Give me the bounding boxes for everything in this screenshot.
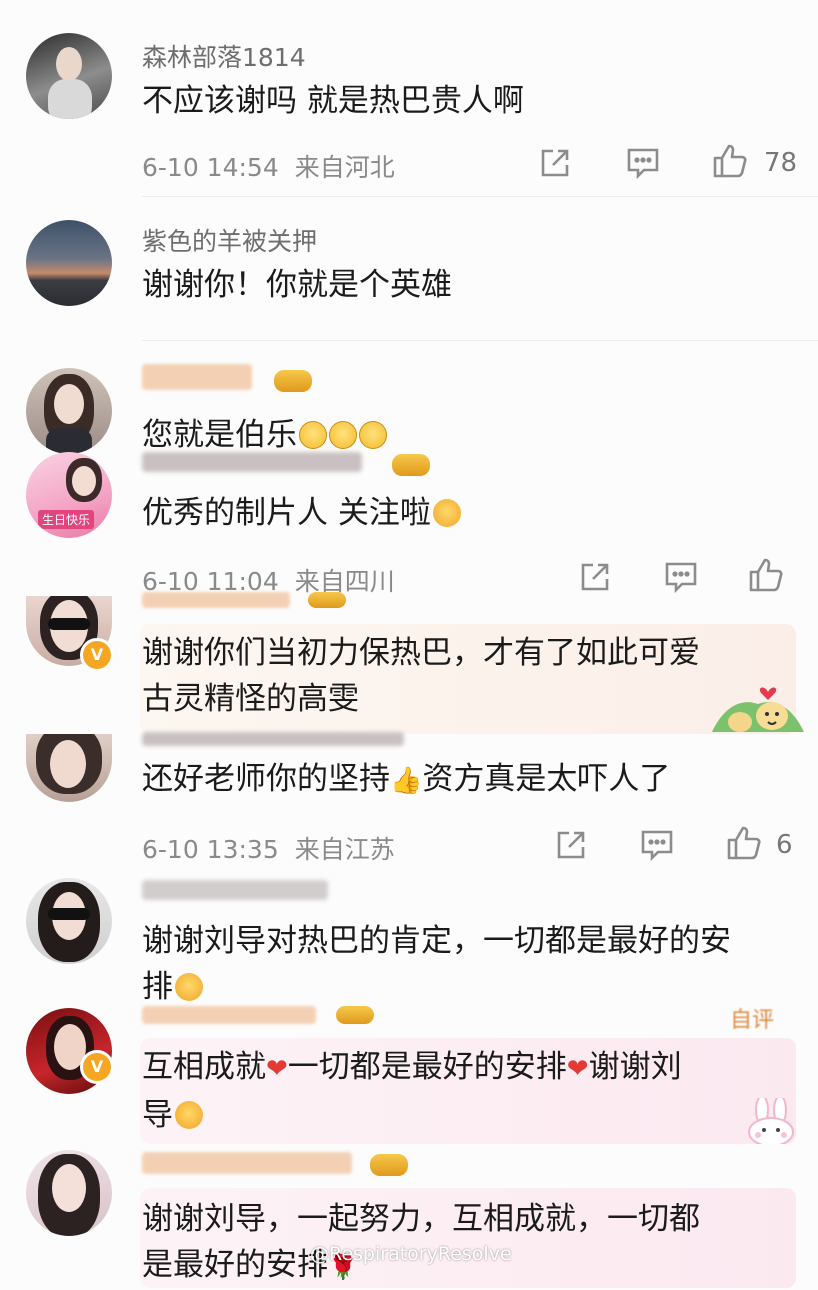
divider — [142, 196, 818, 197]
avatar[interactable] — [26, 1150, 112, 1236]
avatar-caption: 生日快乐 — [38, 510, 95, 529]
dumpling-sticker-icon — [710, 682, 806, 738]
verified-badge: V — [80, 1050, 114, 1084]
hug-emoji-icon — [432, 499, 461, 527]
username[interactable]: 紫色的羊被关押 — [142, 222, 317, 258]
comment-location: 来自江苏 — [294, 835, 395, 864]
fan-badge-icon — [274, 370, 312, 392]
username-blurred[interactable] — [142, 1006, 316, 1024]
username-blurred[interactable] — [142, 364, 252, 390]
comment-icon[interactable] — [626, 146, 660, 180]
like-count: 6 — [776, 830, 793, 860]
like-count: 78 — [764, 148, 798, 178]
avatar[interactable]: 生日快乐 — [26, 452, 112, 538]
comment-time: 6-10 14:54 — [142, 153, 279, 182]
fan-badge-icon — [392, 454, 430, 476]
comment-text: 不应该谢吗 就是热巴贵人啊 — [142, 83, 524, 119]
avatar[interactable] — [26, 878, 112, 964]
fan-badge-icon — [370, 1154, 408, 1176]
sad-face-emoji-icon — [299, 421, 327, 449]
comment-text: 互相成就❤一切都是最好的安排❤谢谢刘 导 — [142, 1049, 682, 1133]
top-right-label: 自评 — [730, 1008, 775, 1033]
comment-text: 谢谢刘导对热巴的肯定，一切都是最好的安 排 — [142, 923, 731, 1005]
username-blurred[interactable] — [142, 880, 328, 900]
share-icon[interactable] — [578, 560, 612, 594]
username-blurred[interactable] — [142, 1152, 352, 1174]
username-blurred[interactable] — [142, 732, 404, 746]
comment-icon[interactable] — [640, 828, 674, 862]
avatar[interactable] — [26, 368, 112, 454]
laughing-emoji-icon — [175, 1101, 203, 1129]
comment-icon[interactable] — [664, 560, 698, 594]
share-icon[interactable] — [554, 828, 588, 862]
bunny-sticker-icon — [740, 1095, 806, 1148]
comment-meta: 6-10 13:35 来自江苏 — [142, 830, 395, 866]
sad-face-emoji-icon — [359, 421, 387, 449]
comment-time: 6-10 13:35 — [142, 835, 279, 864]
avatar[interactable] — [26, 734, 112, 802]
share-icon[interactable] — [538, 146, 572, 180]
fan-badge-icon — [308, 592, 346, 608]
comment-text: 谢谢你！你就是个英雄 — [142, 267, 452, 303]
username[interactable]: 森林部落1814 — [142, 38, 306, 74]
hug-emoji-icon — [175, 973, 203, 1001]
divider — [142, 340, 818, 341]
thumbs-up-icon[interactable] — [712, 143, 748, 179]
watermark: @RespiratoryResolve — [310, 1243, 512, 1265]
red-heart-emoji-icon: ❤ — [566, 1054, 589, 1084]
avatar[interactable] — [26, 220, 112, 306]
fan-badge-icon — [336, 1006, 374, 1024]
thumbs-up-emoji-icon: 👍 — [390, 766, 423, 796]
verified-badge: V — [80, 638, 114, 672]
sad-face-emoji-icon — [329, 421, 357, 449]
red-heart-emoji-icon: ❤ — [266, 1054, 288, 1084]
comment-location: 来自河北 — [294, 153, 395, 182]
username-blurred[interactable] — [142, 452, 362, 472]
thumbs-up-icon[interactable] — [748, 557, 784, 593]
comment-text: 还好老师你的坚持👍资方真是太吓人了 — [142, 761, 671, 797]
comment-meta: 6-10 14:54 来自河北 — [142, 148, 395, 184]
comment-location: 来自四川 — [294, 567, 395, 596]
comment-text: 优秀的制片人 关注啦 — [142, 490, 461, 536]
thumbs-up-icon[interactable] — [726, 825, 762, 861]
username-blurred[interactable] — [142, 592, 290, 608]
avatar[interactable] — [26, 33, 112, 119]
comment-text: 谢谢你们当初力保热巴，才有了如此可爱 古灵精怪的高雯 — [142, 635, 700, 717]
